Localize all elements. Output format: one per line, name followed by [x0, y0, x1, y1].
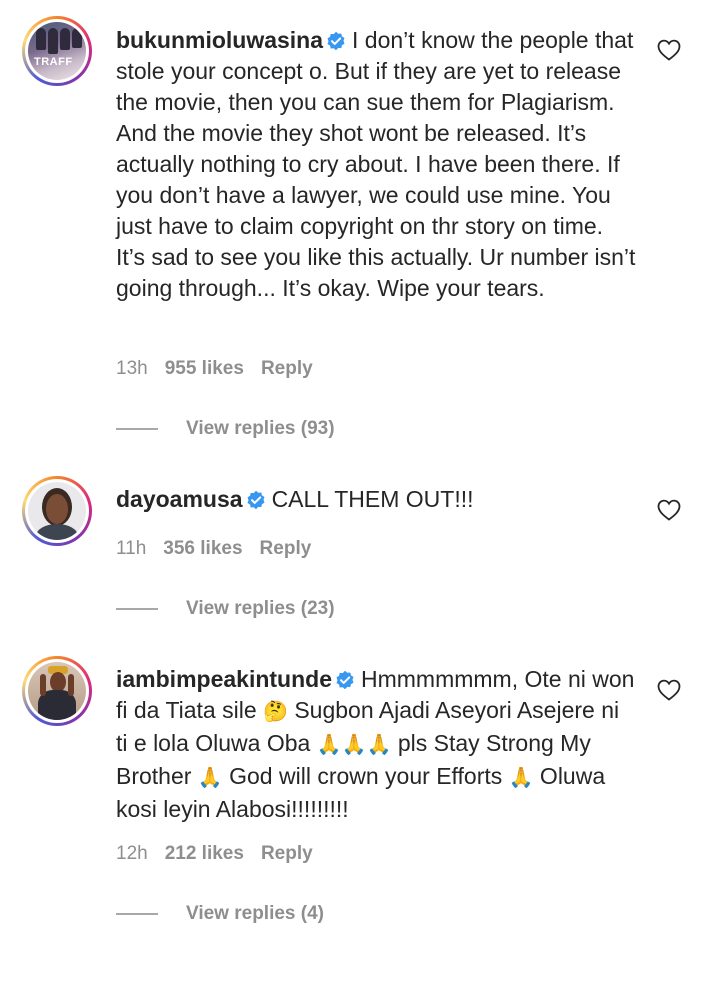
heart-outline-icon[interactable] [657, 39, 681, 61]
reply-button[interactable]: Reply [261, 843, 313, 864]
view-replies-label: View replies (23) [186, 598, 335, 619]
comment-body: bukunmioluwasina I don’t know the people … [116, 25, 636, 304]
timestamp: 13h [116, 358, 148, 379]
view-replies-label: View replies (4) [186, 903, 324, 924]
comment-body: dayoamusa CALL THEM OUT!!! [116, 484, 636, 515]
view-replies-label: View replies (93) [186, 418, 335, 439]
comment-text: CALL THEM OUT!!! [271, 486, 474, 512]
verified-badge-icon [336, 670, 354, 690]
heart-outline-icon[interactable] [657, 499, 681, 521]
divider [116, 608, 158, 610]
divider [116, 428, 158, 430]
comment-meta: 11h 356 likes Reply [116, 538, 328, 560]
username[interactable]: bukunmioluwasina [116, 27, 323, 53]
avatar-image [28, 482, 86, 540]
avatar[interactable] [22, 476, 92, 546]
verified-badge-icon [327, 31, 345, 51]
reply-button[interactable]: Reply [260, 538, 312, 559]
divider [116, 913, 158, 915]
likes-count[interactable]: 955 likes [165, 358, 244, 379]
verified-badge-icon [247, 490, 265, 510]
likes-count[interactable]: 356 likes [163, 538, 242, 559]
avatar-image [28, 662, 86, 720]
text-segment: God will crown your Efforts [222, 763, 509, 789]
avatar-image: TRAFF [28, 22, 86, 80]
comment-meta: 13h 955 likes Reply [116, 358, 330, 380]
praying-hands-emoji-icon: 🙏 [197, 767, 223, 789]
likes-count[interactable]: 212 likes [165, 843, 244, 864]
timestamp: 12h [116, 843, 148, 864]
view-replies-button[interactable]: View replies (23) [116, 598, 335, 620]
comment-body: iambimpeakintunde Hmmmmmmm, Ote ni won fi… [116, 664, 636, 825]
view-replies-button[interactable]: View replies (4) [116, 903, 324, 925]
username[interactable]: dayoamusa [116, 486, 243, 512]
reply-button[interactable]: Reply [261, 358, 313, 379]
username[interactable]: iambimpeakintunde [116, 666, 332, 692]
avatar-text: TRAFF [34, 56, 73, 68]
avatar[interactable]: TRAFF [22, 16, 92, 86]
praying-hands-emoji-icon: 🙏 [508, 767, 534, 789]
praying-hands-emoji-icon: 🙏🙏🙏 [316, 734, 392, 756]
avatar[interactable] [22, 656, 92, 726]
comment-text: I don’t know the people that stole your … [116, 27, 636, 301]
thinking-emoji-icon: 🤔 [263, 701, 288, 723]
comment-meta: 12h 212 likes Reply [116, 843, 330, 865]
heart-outline-icon[interactable] [657, 679, 681, 701]
timestamp: 11h [116, 538, 147, 559]
view-replies-button[interactable]: View replies (93) [116, 418, 335, 440]
